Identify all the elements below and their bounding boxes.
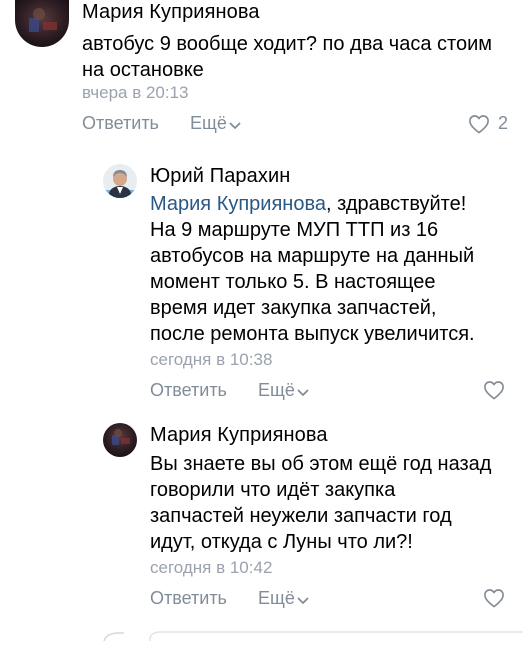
comment-text-line: говорили что идёт закупка: [150, 479, 396, 501]
comment-author[interactable]: Мария Куприянова: [82, 1, 260, 24]
like-button[interactable]: [483, 380, 505, 400]
comment-text-line: время идет закупка запчастей,: [150, 297, 437, 319]
comment-text-line: запчастей неужели запчасти год: [150, 505, 452, 527]
like-count: 2: [498, 113, 509, 133]
comment-text-line: автобус 9 вообще ходит? по два часа стои…: [82, 33, 493, 55]
reply-button[interactable]: Ответить: [150, 588, 227, 609]
comment-timestamp[interactable]: сегодня в 10:38: [150, 350, 272, 370]
more-button[interactable]: Ещё: [258, 588, 309, 610]
comment-text-line: после ремонта выпуск увеличится.: [150, 323, 475, 345]
comment-author[interactable]: Юрий Парахин: [150, 165, 290, 188]
reply-button[interactable]: Ответить: [82, 113, 159, 134]
more-label: Ещё: [258, 588, 295, 608]
more-label: Ещё: [258, 380, 295, 400]
comment-text-line: Вы знаете вы об этом ещё год назад: [150, 453, 492, 475]
mention-link[interactable]: Мария Куприянова: [150, 193, 326, 215]
comment-author[interactable]: Мария Куприянова: [150, 424, 328, 447]
like-button[interactable]: 2: [468, 113, 508, 134]
comment-composer[interactable]: [0, 628, 523, 642]
comment-text-fragment: , здравствуйте!: [326, 193, 467, 215]
avatar[interactable]: [103, 423, 137, 457]
more-label: Ещё: [190, 113, 227, 133]
chevron-down-icon: [297, 381, 309, 402]
reply-button[interactable]: Ответить: [150, 380, 227, 401]
avatar[interactable]: [103, 164, 137, 198]
heart-icon: [468, 114, 490, 134]
like-button[interactable]: [483, 588, 505, 608]
heart-icon: [483, 588, 505, 608]
composer-edge: [103, 631, 523, 642]
comment-text-line: на остановке: [82, 59, 204, 81]
comment-text-line: автобусов на маршруте на данный: [150, 245, 475, 267]
comment-text-line: Мария Куприянова, здравствуйте!: [150, 191, 466, 217]
chevron-down-icon: [229, 114, 241, 135]
comment-text-line: На 9 маршруте МУП ТТП из 16: [150, 219, 439, 241]
chevron-down-icon: [297, 589, 309, 610]
comment-text-line: момент только 5. В настоящее: [150, 271, 436, 293]
heart-icon: [483, 380, 505, 400]
comment-timestamp[interactable]: сегодня в 10:42: [150, 558, 272, 578]
comment-timestamp[interactable]: вчера в 20:13: [82, 83, 189, 103]
avatar[interactable]: [15, 0, 69, 47]
more-button[interactable]: Ещё: [258, 380, 309, 402]
more-button[interactable]: Ещё: [190, 113, 241, 135]
comment-text-line: идут, откуда с Луны что ли?!: [150, 531, 413, 553]
